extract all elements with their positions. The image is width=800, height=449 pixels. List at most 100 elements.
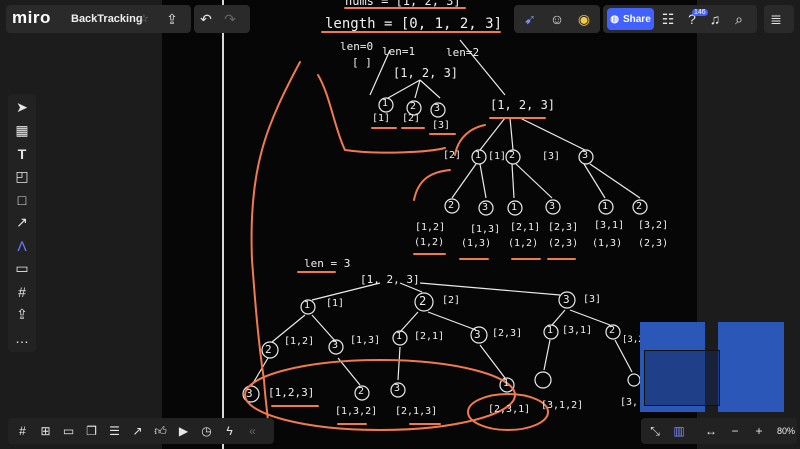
edge	[515, 163, 553, 199]
edge	[543, 339, 551, 371]
result-label: [3,1]	[594, 220, 625, 231]
edge	[583, 163, 606, 199]
result-label: (2,3)	[638, 238, 669, 249]
result-label: [1,2,3]	[268, 386, 315, 399]
result-label: [2,3,1]	[488, 404, 531, 415]
edge	[419, 282, 561, 296]
sticky-note-icon[interactable]: ◰	[10, 165, 34, 188]
redo-icon[interactable]: ↷	[218, 7, 242, 31]
tree-node: 2	[448, 200, 455, 211]
result-label: [1,2]	[415, 222, 446, 233]
notes-icon[interactable]: ≣	[764, 7, 788, 31]
left-toolbar: ➤ ▦ T ◰ □ ↗ Λ ▭ # ⇪ …	[8, 94, 36, 352]
minimap-frame[interactable]	[718, 322, 784, 412]
comment-icon[interactable]: ▭	[10, 257, 34, 280]
comment-icon[interactable]: ▭	[58, 419, 79, 443]
fit-screen-icon[interactable]: ⤡	[645, 419, 665, 443]
cursor-icon[interactable]: ➹	[518, 7, 542, 31]
tree-node: 3	[549, 201, 556, 212]
like-icon[interactable]: 👍︎	[150, 419, 171, 443]
video-icon[interactable]: ▶	[173, 419, 194, 443]
edge	[589, 163, 641, 199]
timer-icon[interactable]: ◷	[196, 419, 217, 443]
tree-node: 1	[396, 331, 403, 342]
present-icon[interactable]: ⊞	[35, 419, 56, 443]
bell-icon[interactable]: ♫	[703, 7, 727, 31]
upload-icon[interactable]: ⇪	[160, 7, 184, 31]
set-label: [1]	[372, 113, 391, 124]
set-label: [3]	[583, 294, 602, 305]
set-label: [3]	[542, 151, 561, 162]
zoom-level[interactable]: 80%	[777, 426, 795, 436]
select-icon[interactable]: ➤	[10, 96, 34, 119]
arrow-icon[interactable]: ↗	[10, 211, 34, 234]
result-label: (1,3)	[461, 238, 492, 249]
set-label: [3]	[432, 120, 451, 131]
collapse-icon[interactable]: «	[242, 419, 263, 443]
edge	[419, 79, 441, 99]
tree-node: 2	[265, 343, 272, 356]
minimap[interactable]	[638, 320, 786, 414]
share-button[interactable]: ◍ Share	[607, 8, 654, 30]
collab-panel: ➹ ☺ ◉	[514, 5, 600, 33]
result-label: [3,2]	[638, 220, 669, 231]
tree-node: 3	[434, 103, 441, 114]
empty-set: [ ]	[352, 56, 372, 69]
lightning-icon[interactable]: ϟ	[219, 419, 240, 443]
result-label: (1,3)	[592, 238, 623, 249]
zoom-out-icon[interactable]: −	[725, 419, 745, 443]
frame-icon[interactable]: #	[10, 280, 34, 303]
reactions-icon[interactable]: ☺	[545, 7, 569, 31]
star-icon[interactable]: ☆	[139, 12, 149, 25]
result-label: [3,	[620, 397, 639, 408]
settings-sliders-icon[interactable]: ☷	[656, 7, 680, 31]
tree-node: 2	[509, 150, 516, 161]
tree-node: 1	[304, 300, 311, 311]
export-panel: ⇪	[160, 5, 188, 33]
text-icon[interactable]: T	[10, 142, 34, 165]
tree-node: 1	[382, 98, 389, 109]
miro-logo[interactable]: miro	[12, 8, 51, 28]
tree-node: 2	[410, 101, 417, 112]
edge	[479, 117, 506, 151]
cards-icon[interactable]: ❐	[81, 419, 102, 443]
board-title[interactable]: BackTracking	[71, 13, 143, 25]
shape-icon[interactable]: □	[10, 188, 34, 211]
table-icon[interactable]: ▦	[10, 119, 34, 142]
tree-node: 3	[482, 202, 489, 213]
tree-node: 3	[332, 340, 339, 351]
tree-node: 3	[394, 383, 401, 394]
edge	[511, 163, 515, 199]
set-label: [2,1]	[414, 331, 445, 342]
tree-node: 3	[474, 328, 481, 341]
set-label: [2]	[443, 150, 462, 161]
edge	[519, 117, 586, 151]
timer-icon[interactable]: ◉	[572, 7, 596, 31]
share-icon[interactable]: ↗	[127, 419, 148, 443]
undo-icon[interactable]: ↶	[194, 7, 218, 31]
tree-root: [1, 2, 3]	[360, 273, 420, 286]
tree-root: [1, 2, 3]	[393, 66, 459, 80]
frame-icon[interactable]: #	[12, 419, 33, 443]
upload-icon[interactable]: ⇪	[10, 303, 34, 326]
map-icon[interactable]: ▥	[669, 419, 689, 443]
annotation-stroke	[250, 61, 301, 441]
result-label: (1,2)	[414, 237, 445, 248]
set-label: [2]	[442, 295, 461, 306]
result-label: [2,1]	[510, 222, 541, 233]
tree-node: 1	[547, 325, 554, 336]
more-icon[interactable]: …	[10, 326, 34, 349]
set-label: [1,3]	[350, 335, 381, 346]
search-icon[interactable]: ⌕	[727, 7, 751, 31]
result-label: [2,3]	[548, 222, 579, 233]
pen-icon[interactable]: Λ	[10, 234, 34, 257]
annotation-stroke	[413, 169, 451, 201]
tree-node: 1	[475, 150, 482, 161]
result-label: [1,3]	[470, 224, 501, 235]
edge	[551, 309, 566, 326]
result-label: [1,3,2]	[335, 406, 378, 417]
zoom-in-icon[interactable]: +	[749, 419, 769, 443]
minimap-viewport[interactable]	[644, 350, 720, 406]
kanban-icon[interactable]: ☰	[104, 419, 125, 443]
fit-width-icon[interactable]: ↔	[701, 419, 721, 443]
